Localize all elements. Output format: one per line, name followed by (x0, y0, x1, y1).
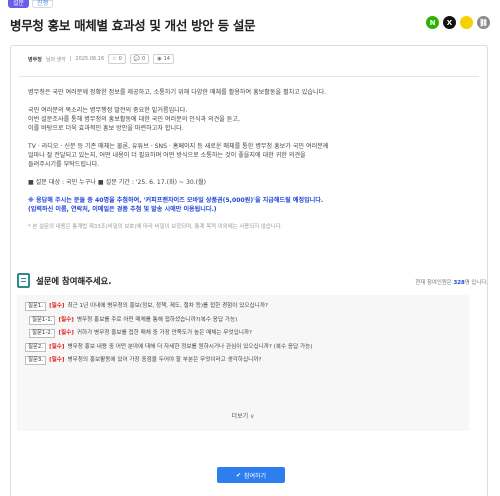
list-item[interactable]: 질문1-2. [필수] 귀하가 병무청 홍보를 접한 매체 중 가장 만족도가 … (25, 327, 461, 341)
divider (19, 76, 479, 77)
prize-notice: ※ 응답해 주시는 분들 중 40명을 추첨하여, '커피프랜차이즈 모바일 상… (28, 197, 324, 213)
author-suffix: 님의 생각 (45, 56, 66, 63)
intro-paragraph-3: TV · 라디오 · 신문 등 기존 매체는 물론, 유튜브 · SNS · 홈… (28, 143, 329, 168)
status-badge: 진행 (32, 0, 54, 8)
participant-count: 현재 참여인원은 328명 입니다. (415, 280, 488, 286)
header-badges: 설문 진행 (8, 0, 54, 8)
kakaotalk-icon[interactable] (460, 16, 473, 29)
naver-icon[interactable]: N (426, 16, 439, 29)
like-button[interactable]: ☆ 0 (108, 54, 126, 64)
survey-target-period: ■ 설문 대상 : 국민 누구나 ■ 설문 기간 : '25. 6. 17.(화… (28, 179, 207, 186)
survey-header: 설문에 참여해주세요. (17, 273, 111, 288)
view-count: ◉ 14 (153, 54, 174, 64)
list-item[interactable]: 질문1-1. [필수] 병무청 홍보를 주로 어떤 매체를 통해 접하셨습니까?… (25, 314, 461, 328)
list-item[interactable]: 질문2. [필수] 병무청 홍보 내용 중 어떤 분야에 대해 더 자세한 정보… (25, 341, 461, 355)
post-body: 병무청은 국민 여러분께 정확한 정보를 제공하고, 소통하기 위해 다양한 매… (28, 88, 473, 241)
x-icon[interactable]: X (443, 16, 456, 29)
question-list: 질문1. [필수] 최근 1년 이내에 병무청의 홍보(정보, 정책, 제도, … (17, 295, 469, 431)
list-item[interactable]: 질문1. [필수] 최근 1년 이내에 병무청의 홍보(정보, 정책, 제도, … (25, 300, 461, 314)
author-name[interactable]: 병무청 (28, 56, 42, 63)
star-icon: ☆ (112, 56, 117, 62)
intro-paragraph-2: 국민 여러분의 목소리는 병무행정 발전의 중요한 밑거름입니다. 이번 설문조… (28, 107, 240, 132)
post-meta: 병무청 님의 생각 | 2025.06.16 ☆ 0 💬 0 ◉ 14 (28, 54, 174, 64)
post-date: 2025.06.16 (75, 56, 105, 62)
comment-icon: 💬 (133, 56, 141, 62)
chevron-down-icon: ∨ (250, 413, 255, 420)
more-button[interactable]: 더보기 ∨ (17, 411, 469, 420)
category-badge: 설문 (8, 0, 30, 8)
comment-count[interactable]: 💬 0 (129, 54, 150, 64)
page-title: 병무청 홍보 매체별 효과성 및 개선 방안 등 설문 (10, 18, 256, 33)
list-item[interactable]: 질문3. [필수] 병무청의 홍보활동에 있어 가장 중점을 두어야 할 부분은… (25, 354, 461, 368)
separator: | (69, 56, 72, 62)
participate-button[interactable]: ✔ 참여하기 (217, 467, 285, 483)
link-icon[interactable]: ⛓ (477, 16, 490, 29)
share-buttons: N X ⛓ (426, 16, 490, 29)
privacy-note: * 본 설문의 내용은 통계법 제33조(비밀의 보호)에 따라 비밀이 보장되… (28, 224, 283, 230)
intro-paragraph-1: 병무청은 국민 여러분께 정확한 정보를 제공하고, 소통하기 위해 다양한 매… (28, 89, 327, 96)
clipboard-icon (17, 273, 30, 288)
survey-title: 설문에 참여해주세요. (36, 275, 112, 286)
eye-icon: ◉ (157, 56, 162, 62)
check-icon: ✔ (235, 471, 241, 479)
